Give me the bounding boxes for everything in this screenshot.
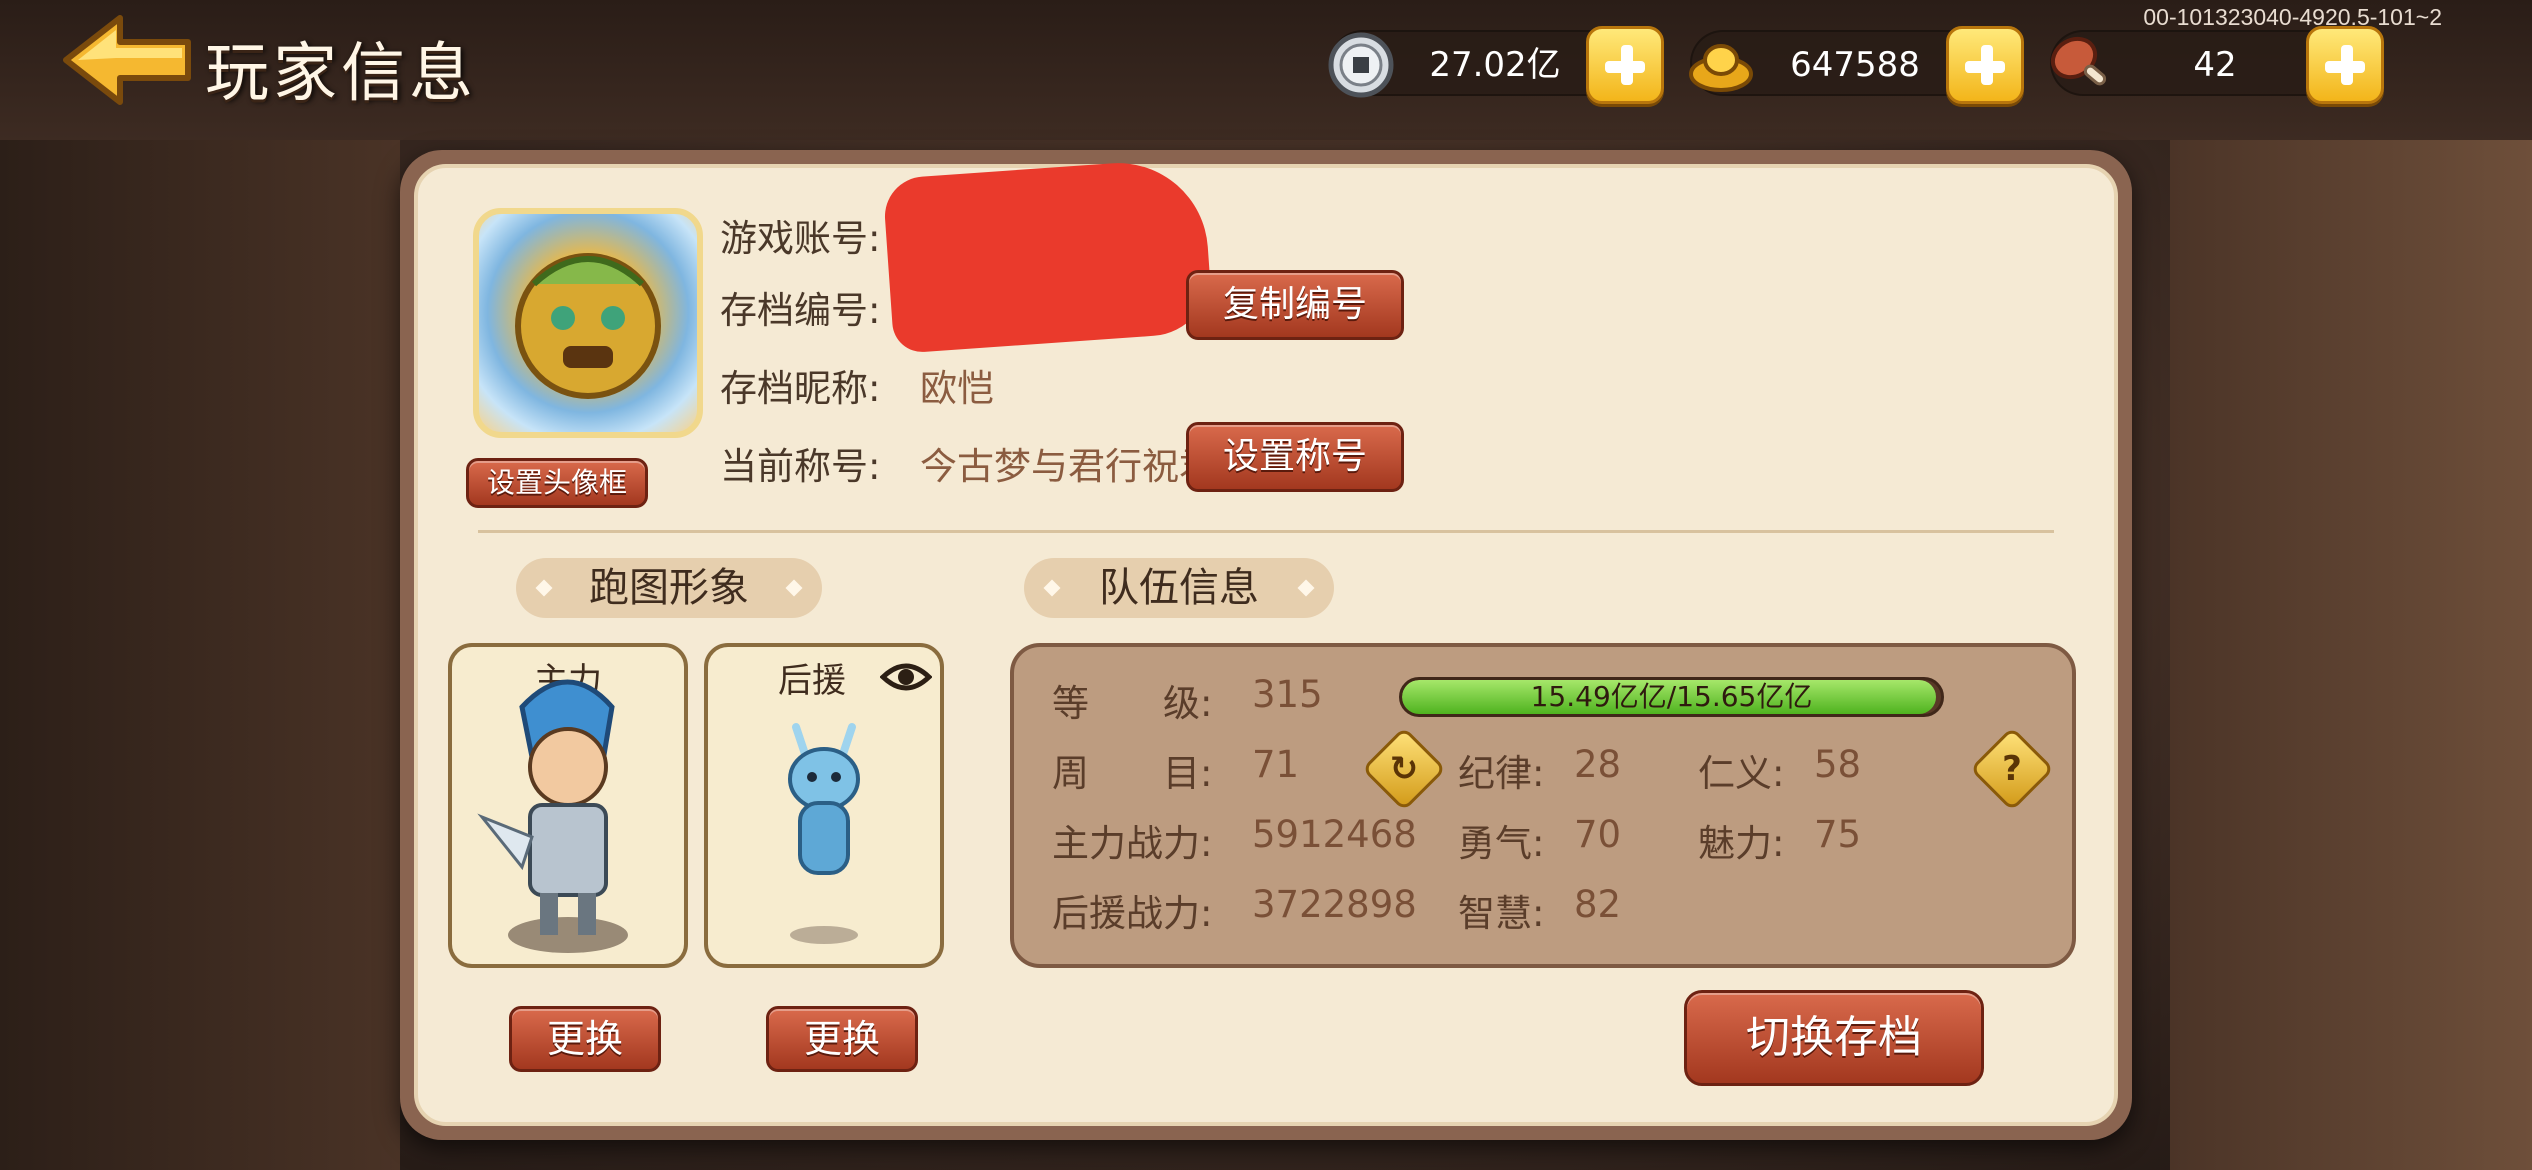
cycle-label: 周 目: (1052, 752, 1213, 795)
charm-label: 魅力: (1698, 822, 1785, 865)
nickname-label: 存档昵称: (720, 367, 881, 410)
background-left (0, 140, 400, 1170)
set-avatar-frame-button[interactable]: 设置头像框 (466, 458, 648, 508)
question-icon: ? (2002, 749, 2022, 789)
switch-save-button[interactable]: 切换存档 (1684, 990, 1984, 1086)
team-info-box: 等 级: 315 15.49亿亿/15.65亿亿 周 目: 71 ↻ 主力战力:… (1010, 643, 2076, 968)
nickname-value: 欧恺 (920, 367, 994, 410)
lion-avatar-icon (515, 253, 661, 399)
build-id: 00-101323040-4920.5-101~2 (2143, 4, 2442, 30)
meat-resource: 42 (2050, 26, 2384, 104)
main-character-card[interactable]: 主力 (448, 643, 688, 968)
player-info-panel: 设置头像框 游戏账号: 9 存档编号: 存档昵称: 欧恺 当前称号: 今古梦与君… (400, 150, 2132, 1140)
run-image-heading: 跑图形象 (516, 558, 822, 618)
ingot-value: 647588 (1790, 45, 1920, 85)
eye-icon[interactable] (880, 659, 932, 695)
page-title: 玩家信息 (205, 37, 477, 111)
support-dragon-sprite-icon (788, 723, 860, 944)
ingot-resource: 647588 (1689, 26, 2024, 104)
team-info-heading: 队伍信息 (1024, 558, 1334, 618)
cycle-refresh-button[interactable]: ↻ (1361, 726, 1447, 812)
back-button[interactable] (58, 10, 198, 110)
support-character-label: 后援 (778, 661, 846, 701)
charm-value: 75 (1814, 813, 1862, 856)
exp-text: 15.49亿亿/15.65亿亿 (1530, 680, 1813, 713)
support-power-label: 后援战力: (1052, 892, 1213, 935)
exp-bar: 15.49亿亿/15.65亿亿 (1399, 677, 1944, 717)
courage-value: 70 (1574, 813, 1622, 856)
refresh-icon: ↻ (1389, 749, 1419, 789)
level-value: 315 (1252, 673, 1323, 716)
change-support-button[interactable]: 更换 (766, 1006, 918, 1072)
coin-resource: 27.02亿 (1328, 26, 1664, 104)
divider (478, 530, 2054, 533)
courage-label: 勇气: (1458, 822, 1545, 865)
silver-coin-icon (1328, 32, 1394, 98)
main-character-sprite-icon (477, 679, 628, 953)
current-title-label: 当前称号: (720, 445, 881, 488)
save-id-label: 存档编号: (720, 289, 881, 332)
meat-drumstick-icon (2050, 36, 2107, 86)
discipline-label: 纪律: (1458, 752, 1545, 795)
help-button[interactable]: ? (1969, 726, 2055, 812)
benevolence-label: 仁义: (1698, 752, 1785, 795)
copy-save-id-button[interactable]: 复制编号 (1186, 270, 1404, 340)
wisdom-value: 82 (1574, 883, 1622, 926)
account-label: 游戏账号: (720, 217, 881, 260)
main-power-value: 5912468 (1252, 813, 1417, 856)
main-power-label: 主力战力: (1052, 822, 1213, 865)
background-right (2170, 140, 2532, 1170)
discipline-value: 28 (1574, 743, 1622, 786)
support-power-value: 3722898 (1252, 883, 1417, 926)
add-coin-button[interactable] (1586, 26, 1664, 104)
support-character-card[interactable]: 后援 (704, 643, 944, 968)
coin-value: 27.02亿 (1429, 45, 1561, 85)
back-arrow-icon (63, 15, 191, 105)
benevolence-value: 58 (1814, 743, 1862, 786)
add-ingot-button[interactable] (1946, 26, 2024, 104)
wisdom-label: 智慧: (1458, 892, 1545, 935)
gold-ingot-icon (1689, 44, 1753, 92)
meat-value: 42 (2193, 45, 2237, 85)
redaction-mark (882, 157, 1214, 354)
cycle-value: 71 (1252, 743, 1300, 786)
level-label: 等 级: (1052, 682, 1213, 725)
change-main-button[interactable]: 更换 (509, 1006, 661, 1072)
add-meat-button[interactable] (2306, 26, 2384, 104)
panel-inner: 设置头像框 游戏账号: 9 存档编号: 存档昵称: 欧恺 当前称号: 今古梦与君… (414, 157, 2118, 1126)
set-title-button[interactable]: 设置称号 (1186, 422, 1404, 492)
avatar[interactable] (473, 208, 703, 438)
